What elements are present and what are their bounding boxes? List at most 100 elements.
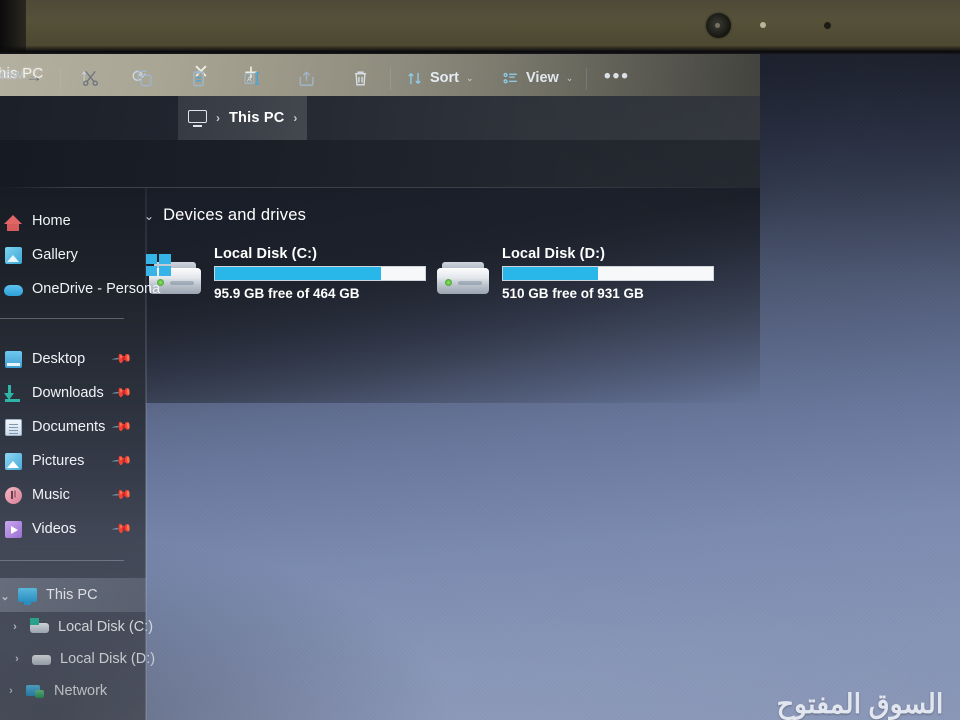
- drive-name: Local Disk (D:): [502, 246, 606, 262]
- laptop-top-bezel: [0, 0, 960, 52]
- drive-name: Local Disk (C:): [214, 246, 318, 262]
- documents-icon: [4, 418, 23, 437]
- sidebar-item-label: Local Disk (D:): [60, 651, 156, 667]
- navigation-sidebar: Home Gallery OneDrive - Persona Desktop …: [0, 188, 160, 720]
- drive-item-c[interactable]: Local Disk (C:) 95.9 GB free of 464 GB: [146, 244, 426, 301]
- drive-item-d[interactable]: Local Disk (D:) 510 GB free of 931 GB: [434, 244, 714, 301]
- chevron-right-icon[interactable]: ›: [8, 621, 22, 633]
- this-pc-icon: [18, 586, 37, 605]
- sensor-dot-icon: [824, 22, 831, 29]
- sidebar-divider-2: [0, 560, 124, 561]
- sort-button[interactable]: Sort ⌄: [406, 64, 474, 92]
- tab-strip: his PC ✕ +: [0, 54, 760, 96]
- laptop-screen-photo: his PC ✕ + → ↑ ⟳ › This PC › New ⌄: [0, 0, 960, 720]
- delete-icon[interactable]: [346, 64, 374, 92]
- onedrive-icon: [4, 280, 23, 299]
- sidebar-item-label: Home: [32, 213, 71, 229]
- sidebar-item-label: Downloads: [32, 385, 104, 401]
- sidebar-item-documents[interactable]: Documents 📌: [0, 410, 146, 444]
- chevron-down-icon: ⌄: [466, 72, 474, 83]
- chevron-down-icon[interactable]: ⌄: [0, 590, 12, 603]
- disk-c-icon: [30, 617, 49, 637]
- rename-icon[interactable]: A: [238, 64, 266, 92]
- chevron-right-icon[interactable]: ›: [10, 653, 24, 665]
- pin-icon[interactable]: 📌: [111, 347, 133, 369]
- sidebar-item-music[interactable]: Music 📌: [0, 478, 146, 512]
- sensor-led-icon: [760, 22, 766, 28]
- toolbar-divider-3: [586, 68, 587, 90]
- sidebar-item-local-disk-c[interactable]: › Local Disk (C:): [0, 610, 153, 644]
- sidebar-item-gallery[interactable]: Gallery: [0, 238, 146, 272]
- videos-icon: [4, 520, 23, 539]
- sidebar-item-label: Videos: [32, 521, 77, 537]
- chevron-down-icon: ⌄: [29, 69, 37, 80]
- sidebar-item-pictures[interactable]: Pictures 📌: [0, 444, 146, 478]
- sidebar-item-label: Network: [54, 683, 108, 699]
- sidebar-item-label: This PC: [46, 587, 98, 603]
- sidebar-item-home[interactable]: Home: [0, 204, 146, 238]
- breadcrumb[interactable]: › This PC ›: [178, 96, 308, 140]
- this-pc-icon: [188, 109, 207, 127]
- network-icon: [26, 682, 45, 701]
- capacity-bar: [214, 266, 426, 281]
- pin-icon[interactable]: 📌: [111, 381, 133, 403]
- overflow-menu-button[interactable]: •••: [604, 66, 630, 88]
- drive-free-space: 95.9 GB free of 464 GB: [214, 286, 360, 301]
- sidebar-item-onedrive[interactable]: OneDrive - Persona: [0, 272, 160, 306]
- downloads-icon: [4, 384, 23, 403]
- pin-icon[interactable]: 📌: [111, 415, 133, 437]
- svg-text:A: A: [246, 75, 251, 83]
- breadcrumb-current[interactable]: This PC: [229, 110, 284, 126]
- sidebar-item-this-pc[interactable]: ⌄ This PC: [0, 578, 146, 612]
- pin-icon[interactable]: 📌: [111, 449, 133, 471]
- sidebar-item-videos[interactable]: Videos 📌: [0, 512, 146, 546]
- desktop-icon: [4, 350, 23, 369]
- breadcrumb-separator: ›: [216, 111, 220, 125]
- sidebar-item-desktop[interactable]: Desktop 📌: [0, 342, 146, 376]
- sidebar-edge: [145, 188, 147, 720]
- paste-icon[interactable]: [184, 64, 212, 92]
- pin-icon[interactable]: 📌: [111, 483, 133, 505]
- new-button-label: New: [0, 67, 24, 83]
- cut-icon[interactable]: [76, 64, 104, 92]
- gallery-icon: [4, 246, 23, 265]
- capacity-bar-fill: [503, 267, 598, 280]
- bezel-shadow: [0, 0, 26, 52]
- screen-area: his PC ✕ + → ↑ ⟳ › This PC › New ⌄: [0, 54, 960, 720]
- sidebar-item-network[interactable]: › Network: [0, 674, 146, 708]
- capacity-bar-fill: [215, 267, 381, 280]
- watermark-arabic: السوق المفتوح: [776, 689, 945, 719]
- drive-free-space: 510 GB free of 931 GB: [502, 286, 644, 301]
- copy-icon[interactable]: [130, 64, 158, 92]
- music-icon: [4, 486, 23, 505]
- sidebar-item-label: OneDrive - Persona: [32, 281, 161, 297]
- breadcrumb-separator-trailing[interactable]: ›: [293, 111, 297, 125]
- disk-d-icon: [32, 650, 51, 669]
- sidebar-item-label: Gallery: [32, 247, 78, 263]
- drive-icon: [434, 254, 492, 300]
- new-button[interactable]: New ⌄: [0, 67, 37, 83]
- sidebar-item-label: Documents: [32, 419, 106, 435]
- command-bar: [0, 140, 760, 188]
- devices-and-drives-header[interactable]: ⌄ Devices and drives: [144, 206, 306, 225]
- sidebar-item-label: Local Disk (C:): [58, 619, 154, 635]
- sidebar-item-local-disk-d[interactable]: › Local Disk (D:): [0, 642, 155, 676]
- toolbar-divider: [60, 68, 61, 90]
- view-label: View: [526, 70, 559, 86]
- sidebar-item-label: Pictures: [32, 453, 85, 469]
- sidebar-item-label: Music: [32, 487, 70, 503]
- windows-logo-icon: [146, 254, 172, 278]
- navigation-bar: [0, 96, 760, 140]
- chevron-down-icon: ⌄: [565, 72, 574, 83]
- pin-icon[interactable]: 📌: [111, 517, 133, 539]
- sidebar-item-downloads[interactable]: Downloads 📌: [0, 376, 146, 410]
- chevron-right-icon[interactable]: ›: [4, 685, 18, 697]
- opensooq-watermark: السوق المفتوح opensooq.com: [768, 690, 952, 720]
- content-pane: ⌄ Devices and drives Local Disk (C:) 95.…: [138, 188, 760, 403]
- webcam-icon: [706, 13, 731, 38]
- share-icon[interactable]: [292, 64, 320, 92]
- sort-label: Sort: [430, 70, 459, 86]
- view-button[interactable]: View ⌄: [502, 64, 573, 92]
- home-icon: [4, 212, 23, 231]
- group-label: Devices and drives: [163, 206, 307, 224]
